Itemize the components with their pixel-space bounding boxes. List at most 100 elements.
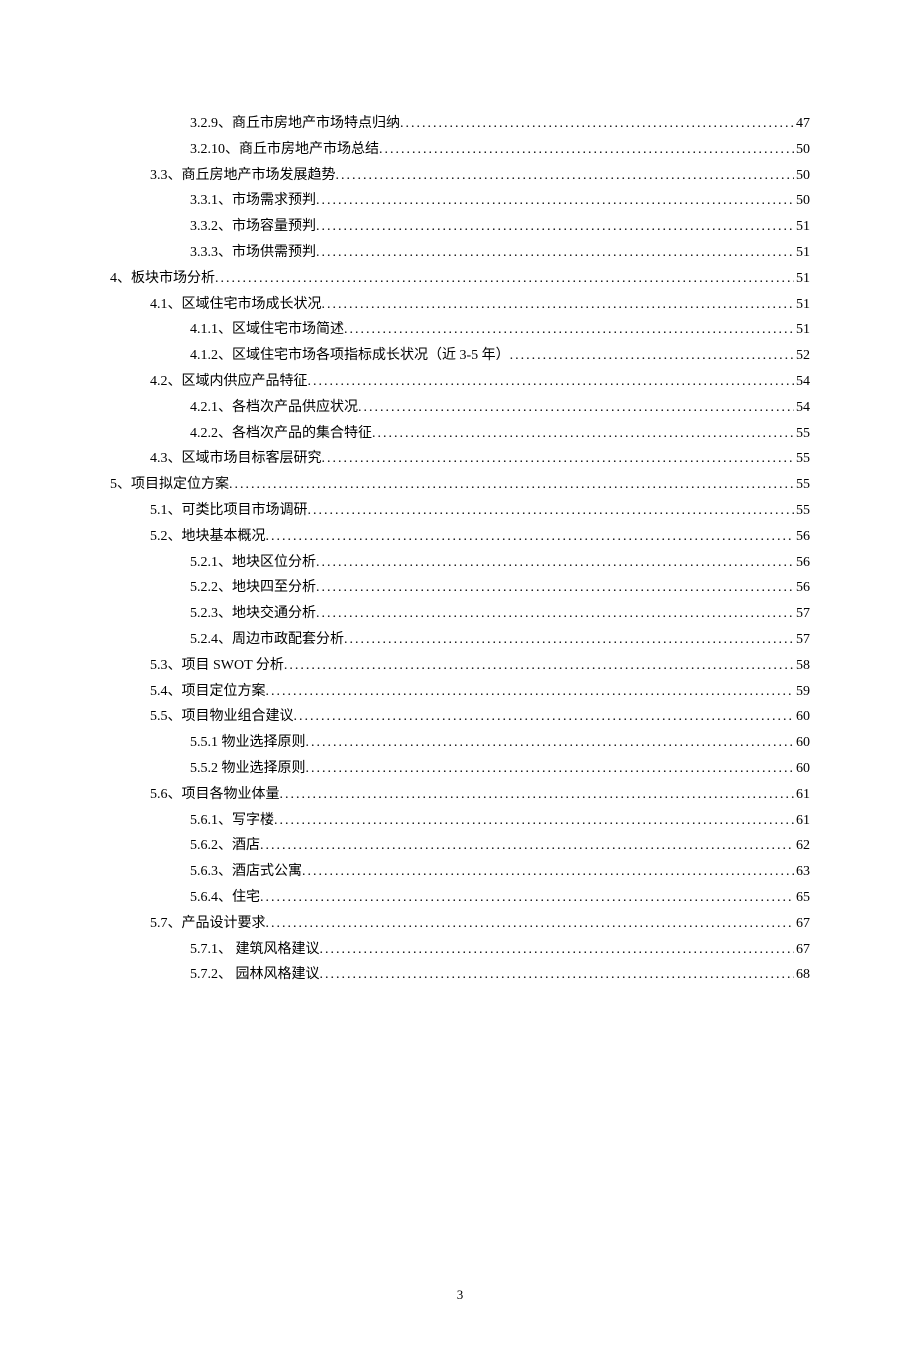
- document-page: 3.2.9、商丘市房地产市场特点归纳473.2.10、商丘市房地产市场总结503…: [0, 0, 920, 1363]
- toc-leader-dots: [274, 809, 794, 833]
- toc-leader-dots: [306, 757, 795, 781]
- toc-leader-dots: [306, 731, 795, 755]
- toc-leader-dots: [316, 241, 794, 265]
- toc-entry: 4.1.2、区域住宅市场各项指标成长状况（近 3-5 年） 52: [110, 344, 810, 368]
- toc-entry-label: 5.7.1、 建筑风格建议: [190, 938, 320, 962]
- toc-leader-dots: [260, 834, 794, 858]
- toc-entry-page: 57: [794, 602, 810, 626]
- toc-entry-page: 61: [794, 783, 810, 807]
- toc-leader-dots: [379, 138, 794, 162]
- toc-entry: 5.4、项目定位方案 59: [110, 680, 810, 704]
- toc-entry-label: 5.2.3、地块交通分析: [190, 602, 316, 626]
- table-of-contents: 3.2.9、商丘市房地产市场特点归纳473.2.10、商丘市房地产市场总结503…: [110, 112, 810, 987]
- toc-leader-dots: [316, 189, 794, 213]
- toc-entry: 5.2、地块基本概况 56: [110, 525, 810, 549]
- toc-entry-page: 59: [794, 680, 810, 704]
- toc-entry: 5.7、产品设计要求67: [110, 912, 810, 936]
- toc-leader-dots: [308, 370, 795, 394]
- toc-entry: 5.5.2 物业选择原则60: [110, 757, 810, 781]
- toc-entry-page: 47: [794, 112, 810, 136]
- toc-entry-label: 4.3、区域市场目标客层研究: [150, 447, 322, 471]
- toc-entry: 5.2.1、地块区位分析 56: [110, 551, 810, 575]
- toc-entry: 5.5、项目物业组合建议60: [110, 705, 810, 729]
- toc-entry-label: 5.2、地块基本概况: [150, 525, 266, 549]
- toc-entry: 4.3、区域市场目标客层研究55: [110, 447, 810, 471]
- toc-entry: 3.3、商丘房地产市场发展趋势 50: [110, 164, 810, 188]
- toc-entry: 5.3、项目 SWOT 分析58: [110, 654, 810, 678]
- toc-entry: 5.1、可类比项目市场调研55: [110, 499, 810, 523]
- toc-leader-dots: [372, 422, 794, 446]
- toc-entry-label: 5.5.1 物业选择原则: [190, 731, 306, 755]
- toc-entry: 4.1、区域住宅市场成长状况51: [110, 293, 810, 317]
- toc-entry: 3.3.3、市场供需预判 51: [110, 241, 810, 265]
- toc-leader-dots: [229, 473, 794, 497]
- toc-entry-label: 5.2.4、周边市政配套分析: [190, 628, 344, 652]
- toc-entry-label: 5、项目拟定位方案: [110, 473, 229, 497]
- toc-entry: 3.2.10、商丘市房地产市场总结50: [110, 138, 810, 162]
- toc-entry-page: 51: [794, 318, 810, 342]
- toc-entry-page: 52: [794, 344, 810, 368]
- toc-entry-page: 50: [794, 189, 810, 213]
- toc-entry: 5.6.4、住宅 65: [110, 886, 810, 910]
- toc-entry-page: 62: [794, 834, 810, 858]
- toc-leader-dots: [266, 525, 795, 549]
- toc-entry-page: 50: [794, 138, 810, 162]
- toc-entry-label: 3.3.2、市场容量预判: [190, 215, 316, 239]
- toc-leader-dots: [320, 963, 795, 987]
- toc-entry: 5.6.2、酒店62: [110, 834, 810, 858]
- toc-entry-page: 60: [794, 731, 810, 755]
- toc-leader-dots: [316, 215, 794, 239]
- toc-entry: 5.2.4、周边市政配套分析57: [110, 628, 810, 652]
- toc-leader-dots: [280, 783, 795, 807]
- toc-entry-label: 5.6、项目各物业体量: [150, 783, 280, 807]
- toc-entry: 3.2.9、商丘市房地产市场特点归纳 47: [110, 112, 810, 136]
- toc-entry-label: 3.2.9、商丘市房地产市场特点归纳: [190, 112, 400, 136]
- toc-leader-dots: [322, 447, 795, 471]
- toc-entry-page: 50: [794, 164, 810, 188]
- toc-entry-label: 5.7.2、 园林风格建议: [190, 963, 320, 987]
- toc-entry-label: 5.5.2 物业选择原则: [190, 757, 306, 781]
- toc-entry-label: 4.1.2、区域住宅市场各项指标成长状况（近 3-5 年）: [190, 344, 510, 368]
- toc-leader-dots: [266, 680, 795, 704]
- toc-entry-page: 56: [794, 576, 810, 600]
- toc-leader-dots: [400, 112, 794, 136]
- toc-entry: 4.2、区域内供应产品特征54: [110, 370, 810, 394]
- toc-entry-page: 68: [794, 963, 810, 987]
- toc-entry-page: 51: [794, 241, 810, 265]
- toc-entry-page: 55: [794, 422, 810, 446]
- toc-entry: 5.6、项目各物业体量 61: [110, 783, 810, 807]
- toc-entry-page: 60: [794, 705, 810, 729]
- toc-entry-page: 65: [794, 886, 810, 910]
- toc-entry-page: 67: [794, 938, 810, 962]
- toc-entry: 5.2.2、地块四至分析 56: [110, 576, 810, 600]
- toc-leader-dots: [260, 886, 794, 910]
- toc-entry-page: 51: [794, 267, 810, 291]
- toc-entry: 3.3.1、市场需求预判 50: [110, 189, 810, 213]
- toc-entry-label: 4、板块市场分析: [110, 267, 215, 291]
- toc-entry: 3.3.2、市场容量预判 51: [110, 215, 810, 239]
- toc-leader-dots: [302, 860, 794, 884]
- toc-entry-page: 58: [794, 654, 810, 678]
- toc-entry-page: 51: [794, 215, 810, 239]
- toc-leader-dots: [316, 551, 794, 575]
- toc-entry-label: 4.2、区域内供应产品特征: [150, 370, 308, 394]
- toc-entry: 4.1.1、区域住宅市场简述 51: [110, 318, 810, 342]
- toc-entry-page: 67: [794, 912, 810, 936]
- toc-entry-page: 63: [794, 860, 810, 884]
- toc-entry-label: 3.3.1、市场需求预判: [190, 189, 316, 213]
- toc-entry-page: 55: [794, 499, 810, 523]
- toc-entry-label: 3.3、商丘房地产市场发展趋势: [150, 164, 336, 188]
- toc-entry-label: 5.6.4、住宅: [190, 886, 260, 910]
- toc-entry-page: 56: [794, 525, 810, 549]
- toc-entry: 5.6.3、酒店式公寓63: [110, 860, 810, 884]
- toc-entry-label: 5.2.2、地块四至分析: [190, 576, 316, 600]
- toc-entry-label: 5.2.1、地块区位分析: [190, 551, 316, 575]
- toc-entry: 5.7.1、 建筑风格建议 67: [110, 938, 810, 962]
- toc-entry-label: 3.3.3、市场供需预判: [190, 241, 316, 265]
- toc-entry-label: 4.1.1、区域住宅市场简述: [190, 318, 344, 342]
- toc-entry-label: 5.4、项目定位方案: [150, 680, 266, 704]
- toc-entry-page: 51: [794, 293, 810, 317]
- toc-entry-page: 56: [794, 551, 810, 575]
- toc-entry: 5.5.1 物业选择原则 60: [110, 731, 810, 755]
- toc-leader-dots: [316, 576, 794, 600]
